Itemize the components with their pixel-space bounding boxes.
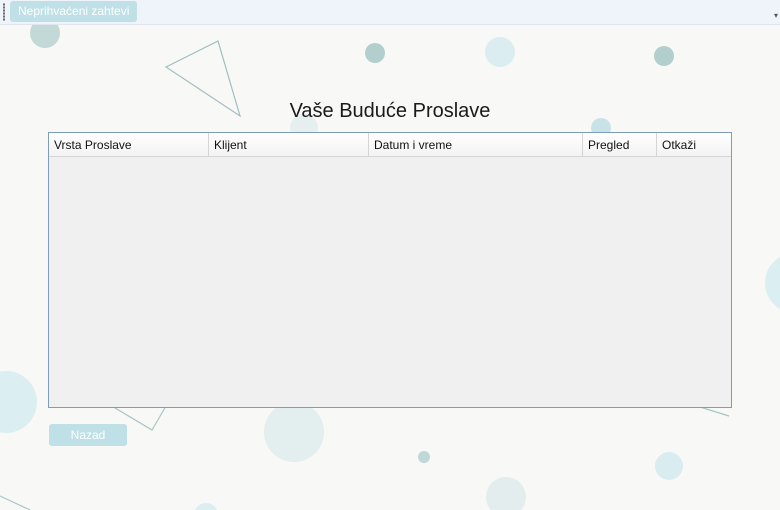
column-header-view[interactable]: Pregled: [583, 133, 657, 156]
decor-circle: [485, 37, 515, 67]
pending-requests-button[interactable]: Neprihvaćeni zahtevi: [10, 1, 138, 22]
decor-circle: [0, 371, 37, 433]
toolbar: Neprihvaćeni zahtevi ▾: [0, 0, 780, 25]
column-header-datetime[interactable]: Datum i vreme: [369, 133, 583, 156]
decor-line: [0, 495, 31, 510]
page-title: Vaše Buduće Proslave: [289, 100, 491, 122]
column-header-cancel[interactable]: Otkaži: [657, 133, 731, 156]
decor-circle: [365, 43, 385, 63]
decor-circle: [654, 46, 674, 66]
decor-circle: [195, 503, 217, 510]
decor-circle: [765, 257, 780, 309]
table-header: Vrsta Proslave Klijent Datum i vreme Pre…: [49, 133, 731, 157]
back-button[interactable]: Nazad: [49, 424, 127, 446]
column-header-client[interactable]: Klijent: [209, 133, 369, 156]
toolbar-overflow-icon[interactable]: ▾: [774, 12, 778, 20]
decor-line: [699, 406, 730, 417]
decor-circle: [418, 451, 430, 463]
decor-circle: [486, 477, 526, 510]
decor-circle: [655, 452, 683, 480]
celebrations-table[interactable]: Vrsta Proslave Klijent Datum i vreme Pre…: [48, 132, 732, 408]
toolbar-grip[interactable]: [3, 3, 5, 21]
decor-circle: [264, 402, 324, 462]
column-header-type[interactable]: Vrsta Proslave: [49, 133, 209, 156]
